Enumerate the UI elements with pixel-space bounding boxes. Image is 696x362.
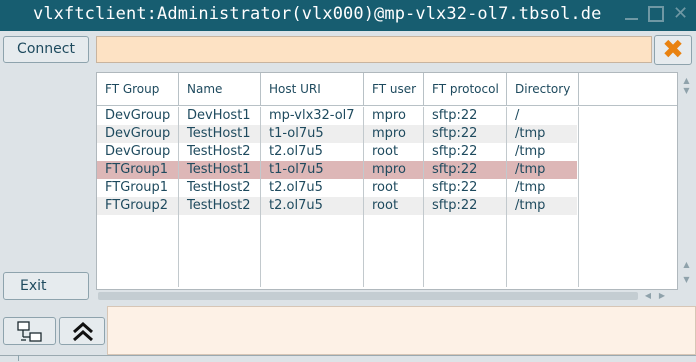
hosts-table: FT Group Name Host URI FT user FT protoc… — [96, 72, 678, 290]
column-header[interactable]: FT user — [364, 73, 424, 106]
cell: TestHost2 — [187, 198, 251, 213]
horizontal-scrollbar[interactable]: ◀ ▶ — [96, 290, 678, 303]
title-bar: vlxftclient:Administrator(vlx000)@mp-vlx… — [0, 0, 696, 31]
scroll-up-icon[interactable]: ▲ — [678, 76, 695, 85]
cell: t2.ol7u5 — [269, 144, 323, 159]
horizontal-scroll-thumb[interactable] — [98, 292, 638, 300]
cell: root — [372, 180, 399, 195]
left-panel: Connect Exit — [0, 31, 105, 361]
cell: FTGroup2 — [105, 198, 169, 213]
column-divider — [578, 107, 579, 287]
cell: root — [372, 144, 399, 159]
cell: /tmp — [515, 162, 546, 177]
table-row[interactable]: DevGroup TestHost1 t1-ol7u5 mpro sftp:22… — [97, 125, 577, 143]
cell: TestHost1 — [187, 162, 251, 177]
cell: t2.ol7u5 — [269, 198, 323, 213]
cell: sftp:22 — [432, 126, 478, 141]
scroll-down-icon[interactable]: ▼ — [678, 86, 695, 95]
cell: /tmp — [515, 198, 546, 213]
cell: /tmp — [515, 126, 546, 141]
collapse-button[interactable] — [59, 317, 105, 345]
table-row[interactable]: FTGroup1 TestHost2 t2.ol7u5 root sftp:22… — [97, 179, 577, 197]
table-row[interactable]: DevGroup DevHost1 mp-vlx32-ol7 mpro sftp… — [97, 107, 577, 125]
table-row[interactable]: DevGroup TestHost2 t2.ol7u5 root sftp:22… — [97, 143, 577, 161]
maximize-icon[interactable] — [648, 6, 664, 22]
cell: sftp:22 — [432, 198, 478, 213]
table-header: FT Group Name Host URI FT user FT protoc… — [97, 73, 677, 107]
cell: DevGroup — [105, 144, 171, 159]
message-field[interactable] — [96, 36, 652, 63]
vertical-scrollbar[interactable]: ▲ ▼ ▲ ▼ — [678, 72, 695, 290]
column-header[interactable]: Host URI — [261, 73, 364, 106]
cell: sftp:22 — [432, 180, 478, 195]
cell: /tmp — [515, 180, 546, 195]
double-chevron-up-icon — [72, 322, 94, 342]
table-row-selected[interactable]: FTGroup1 TestHost1 t1-ol7u5 mpro sftp:22… — [97, 161, 577, 179]
network-icon — [17, 321, 43, 343]
scroll-left-icon[interactable]: ◀ — [642, 291, 654, 300]
column-header[interactable]: Directory — [507, 73, 579, 106]
output-panel — [107, 306, 696, 355]
connect-button[interactable]: Connect — [3, 36, 89, 63]
cell: /tmp — [515, 144, 546, 159]
minimize-icon[interactable] — [624, 6, 639, 21]
column-header-empty — [579, 73, 677, 106]
column-divider — [506, 107, 507, 287]
cell: TestHost2 — [187, 144, 251, 159]
scroll-up-icon[interactable]: ▲ — [678, 260, 695, 269]
network-button[interactable] — [3, 317, 56, 345]
close-x-icon: ✖ — [662, 35, 684, 65]
cell: FTGroup1 — [105, 180, 169, 195]
cell: mp-vlx32-ol7 — [269, 108, 355, 123]
cell: DevGroup — [105, 108, 171, 123]
cell: DevHost1 — [187, 108, 251, 123]
cell: t1-ol7u5 — [269, 126, 324, 141]
exit-button[interactable]: Exit — [3, 272, 89, 300]
column-divider — [423, 107, 424, 287]
column-header[interactable]: FT Group — [97, 73, 179, 106]
scroll-down-icon[interactable]: ▼ — [678, 275, 695, 284]
cell: sftp:22 — [432, 144, 478, 159]
table-row[interactable]: FTGroup2 TestHost2 t2.ol7u5 root sftp:22… — [97, 197, 577, 215]
column-header[interactable]: Name — [179, 73, 261, 106]
column-divider — [178, 107, 179, 287]
column-divider — [363, 107, 364, 287]
column-divider — [260, 107, 261, 287]
cell: mpro — [372, 162, 406, 177]
window-title: vlxftclient:Administrator(vlx000)@mp-vlx… — [33, 4, 602, 24]
cell: TestHost1 — [187, 126, 251, 141]
cell: t2.ol7u5 — [269, 180, 323, 195]
cell: mpro — [372, 108, 406, 123]
cell: / — [515, 108, 520, 123]
cell: DevGroup — [105, 126, 171, 141]
clear-button[interactable]: ✖ — [654, 35, 692, 65]
column-header[interactable]: FT protocol — [424, 73, 507, 106]
cell: mpro — [372, 126, 406, 141]
status-divider — [18, 355, 19, 361]
window-close-icon[interactable]: ✕ — [673, 5, 688, 23]
cell: sftp:22 — [432, 162, 478, 177]
scroll-right-icon[interactable]: ▶ — [656, 291, 668, 300]
cell: root — [372, 198, 399, 213]
cell: FTGroup1 — [105, 162, 169, 177]
cell: TestHost2 — [187, 180, 251, 195]
cell: sftp:22 — [432, 108, 478, 123]
cell: t1-ol7u5 — [269, 162, 324, 177]
